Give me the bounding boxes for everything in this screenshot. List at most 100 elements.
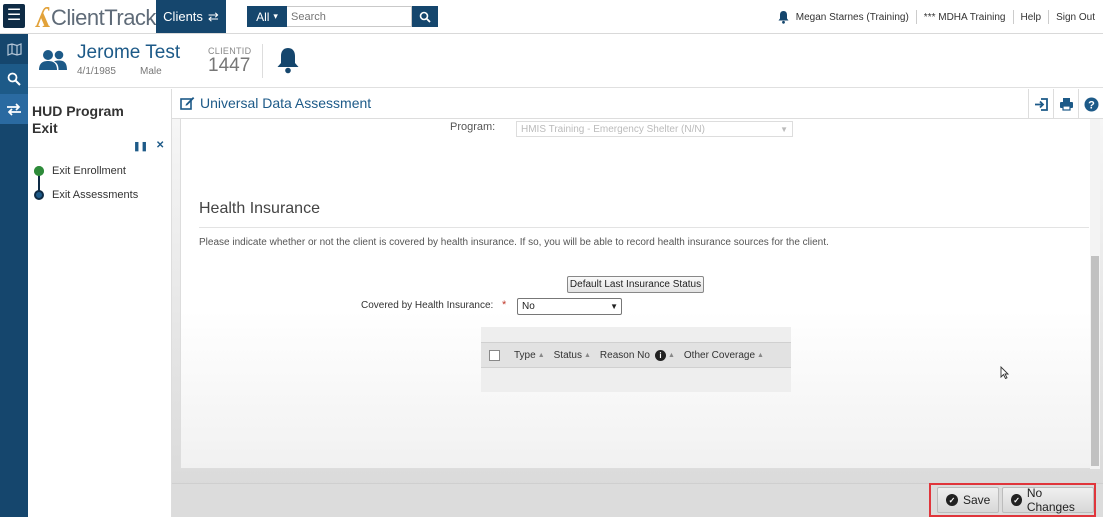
sort-icon: ▲ [667, 351, 675, 359]
covered-by-insurance-label: Covered by Health Insurance: [361, 300, 494, 311]
section-title: Health Insurance [199, 200, 320, 217]
users-icon [39, 50, 67, 70]
client-name[interactable]: Jerome Test [77, 42, 180, 64]
form-content [180, 119, 1100, 469]
sort-icon: ▲ [757, 351, 764, 359]
workflow-step-exit-assessments[interactable]: Exit Assessments [34, 189, 138, 201]
divider [1012, 10, 1014, 24]
check-circle-icon: ✓ [1011, 494, 1022, 506]
user-name-link[interactable]: Megan Starnes (Training) [796, 12, 909, 23]
column-status[interactable]: Status ▲ [554, 350, 591, 361]
pause-workflow-icon[interactable]: ❚❚ [133, 141, 148, 152]
form-title: Universal Data Assessment [180, 95, 371, 111]
export-button[interactable] [1028, 89, 1053, 119]
column-label: Reason No [599, 349, 650, 361]
program-select: HMIS Training - Emergency Shelter (N/N) … [516, 121, 793, 137]
grid-header: Type ▲ Status ▲ Reason No i ▲ Other Coverage… [481, 342, 791, 368]
program-value: HMIS Training - Emergency Shelter (N/N) [521, 123, 705, 135]
search-icon [419, 11, 431, 23]
export-icon [1034, 97, 1048, 111]
clients-button[interactable]: Clients ⇄ [156, 0, 226, 33]
workflow-step-exit-enrollment[interactable]: Exit Enrollment [34, 165, 126, 177]
edit-icon [180, 97, 195, 110]
logo-text: ClientTrack [51, 5, 156, 30]
close-workflow-icon[interactable]: ✕ [156, 140, 164, 151]
save-button[interactable]: ✓ Save [937, 487, 1000, 513]
search-scope-dropdown[interactable]: All ▾ [247, 6, 287, 27]
column-other-coverage[interactable]: Other Coverage ▲ [684, 350, 764, 361]
client-dob: 4/1/1985 [77, 66, 116, 77]
left-nav-rail [0, 34, 28, 517]
clienttrack-logo[interactable]: ʎ ClientTrack [35, 1, 156, 34]
workflow-step-label: Exit Enrollment [52, 165, 126, 177]
search-icon [7, 72, 21, 86]
print-icon [1059, 98, 1073, 111]
no-changes-button[interactable]: ✓ No Changes [1002, 486, 1094, 514]
search-nav-button[interactable] [0, 64, 28, 94]
search-input[interactable] [287, 6, 412, 27]
default-last-insurance-button[interactable]: Default Last Insurance Status [567, 276, 704, 293]
sort-icon: ▲ [537, 351, 545, 359]
divider [1048, 10, 1050, 24]
help-icon: ? [1084, 97, 1098, 111]
insurance-grid: Type ▲ Status ▲ Reason No i ▲ Other Coverage… [481, 327, 791, 392]
search-button[interactable] [412, 6, 438, 27]
column-label: Status [553, 349, 582, 361]
program-label: Program: [450, 121, 496, 133]
swap-arrows-icon: ⇄ [207, 8, 219, 24]
user-menu: Megan Starnes (Training) *** MDHA Traini… [777, 0, 1095, 34]
form-title-text: Universal Data Assessment [200, 95, 372, 111]
current-step-icon [34, 190, 44, 200]
chevron-down-icon: ▼ [780, 124, 788, 134]
form-tools: ? [1028, 89, 1103, 119]
map-icon [6, 42, 22, 56]
top-bar: ☰ ʎ ClientTrack Clients ⇄ All ▾ Megan St… [0, 0, 1103, 34]
client-header: Jerome Test 4/1/1985 Male CLIENTID 1447 [28, 34, 1103, 88]
section-description: Please indicate whether or not the clien… [199, 237, 829, 248]
workflow-step-label: Exit Assessments [52, 189, 139, 201]
environment-link[interactable]: *** MDHA Training [924, 12, 1006, 23]
clients-label: Clients [163, 9, 203, 24]
sort-icon: ▲ [583, 351, 591, 359]
client-alerts-bell-icon[interactable] [275, 46, 301, 74]
required-marker: * [502, 299, 507, 311]
info-icon[interactable]: i [654, 349, 666, 361]
help-button[interactable]: ? [1078, 89, 1103, 119]
footer-actions: ✓ Save ✓ No Changes [929, 483, 1096, 517]
no-changes-label: No Changes [1026, 486, 1075, 514]
form-header: Universal Data Assessment ? [172, 89, 1103, 119]
client-sex: Male [140, 66, 162, 77]
column-label: Other Coverage [683, 349, 756, 361]
search-scope-label: All [256, 9, 270, 24]
logo-figure-icon: ʎ [35, 1, 50, 34]
help-link[interactable]: Help [1021, 12, 1042, 23]
check-circle-icon: ✓ [946, 494, 958, 506]
chevron-down-icon: ▼ [610, 302, 618, 311]
divider [915, 10, 917, 24]
sign-out-link[interactable]: Sign Out [1056, 12, 1095, 23]
column-type[interactable]: Type ▲ [514, 350, 545, 361]
check-icon [34, 166, 44, 176]
divider [262, 44, 263, 78]
workflow-nav-button[interactable] [0, 94, 28, 124]
column-label: Type [514, 349, 536, 361]
column-reason-no[interactable]: Reason No i ▲ [599, 349, 675, 361]
workflow-title: HUD Program Exit [32, 103, 124, 136]
swap-arrows-icon [7, 102, 21, 116]
svg-text:?: ? [1088, 99, 1095, 111]
chevron-down-icon: ▾ [273, 11, 278, 21]
map-nav-button[interactable] [0, 34, 28, 64]
print-button[interactable] [1053, 89, 1078, 119]
notification-bell-icon[interactable] [777, 10, 790, 24]
workflow-panel: HUD Program Exit ❚❚ ✕ Exit Enrollment Ex… [28, 89, 172, 517]
mouse-cursor-icon [1000, 366, 1009, 379]
covered-by-insurance-select[interactable]: No ▼ [517, 298, 622, 315]
search-bar: All ▾ [247, 6, 438, 27]
scrollbar-thumb[interactable] [1091, 256, 1099, 466]
clientid-value: 1447 [208, 55, 251, 76]
covered-value: No [522, 301, 535, 312]
section-divider [199, 227, 1089, 228]
select-all-checkbox[interactable] [489, 349, 500, 361]
save-label: Save [963, 493, 991, 507]
hamburger-menu-button[interactable]: ☰ [3, 4, 25, 28]
